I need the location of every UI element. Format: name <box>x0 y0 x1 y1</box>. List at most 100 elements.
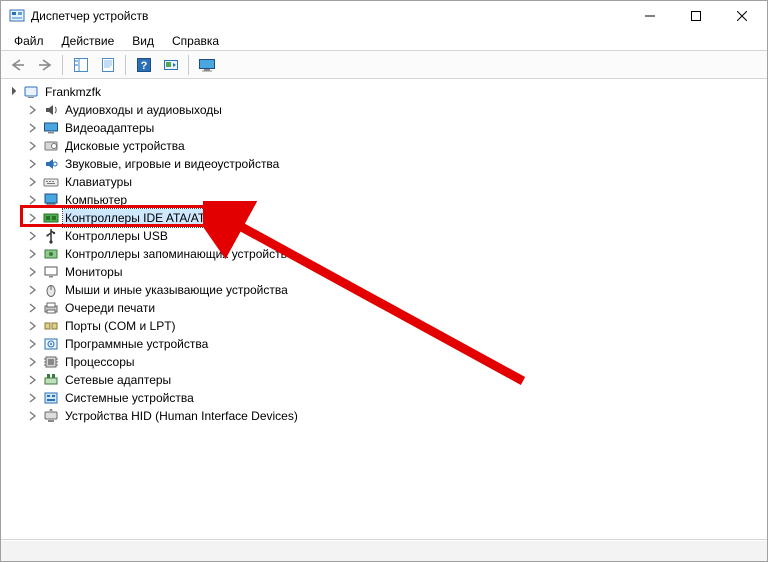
tree-item-label: Аудиовходы и аудиовыходы <box>63 101 224 119</box>
device-manager-window: Диспетчер устройств Файл Действие Вид Сп… <box>0 0 768 562</box>
tree-item-label: Видеоадаптеры <box>63 119 156 137</box>
window-title: Диспетчер устройств <box>31 9 627 23</box>
device-tree-panel[interactable]: Frankmzfk Аудиовходы и аудиовыходы Видео… <box>1 79 767 539</box>
toolbar-back-button[interactable] <box>6 53 29 76</box>
tree-item-label: Дисковые устройства <box>63 137 187 155</box>
mouse-icon <box>43 282 59 298</box>
expander-icon[interactable] <box>26 283 40 297</box>
maximize-button[interactable] <box>673 2 719 30</box>
svg-text:?: ? <box>140 60 147 72</box>
ide-icon <box>43 210 59 226</box>
expander-icon[interactable] <box>6 85 20 99</box>
expander-icon[interactable] <box>26 175 40 189</box>
window-controls <box>627 2 765 30</box>
toolbar-separator <box>188 55 189 75</box>
toolbar-monitor-button[interactable] <box>195 53 218 76</box>
expander-icon[interactable] <box>26 229 40 243</box>
tree-item[interactable]: Порты (COM и LPT) <box>4 317 767 335</box>
system-icon <box>43 390 59 406</box>
toolbar: ? <box>1 51 767 79</box>
tree-item[interactable]: Мониторы <box>4 263 767 281</box>
storage-icon <box>43 246 59 262</box>
monitor-icon <box>43 264 59 280</box>
tree-item[interactable]: Видеоадаптеры <box>4 119 767 137</box>
tree-item[interactable]: Очереди печати <box>4 299 767 317</box>
expander-icon[interactable] <box>26 247 40 261</box>
tree-item[interactable]: Контроллеры IDE ATA/ATAPI <box>4 209 767 227</box>
printer-icon <box>43 300 59 316</box>
close-button[interactable] <box>719 2 765 30</box>
expander-icon[interactable] <box>26 193 40 207</box>
hid-icon <box>43 408 59 424</box>
computer-root-icon <box>23 84 39 100</box>
display-icon <box>43 120 59 136</box>
menubar: Файл Действие Вид Справка <box>1 31 767 51</box>
tree-item[interactable]: Программные устройства <box>4 335 767 353</box>
toolbar-scan-hardware-button[interactable] <box>159 53 182 76</box>
tree-item[interactable]: Аудиовходы и аудиовыходы <box>4 101 767 119</box>
tree-item-label: Клавиатуры <box>63 173 134 191</box>
expander-icon[interactable] <box>26 337 40 351</box>
tree-item-label: Системные устройства <box>63 389 196 407</box>
tree-item[interactable]: Сетевые адаптеры <box>4 371 767 389</box>
toolbar-properties-button[interactable] <box>96 53 119 76</box>
statusbar <box>1 539 767 561</box>
expander-icon[interactable] <box>26 409 40 423</box>
expander-icon[interactable] <box>26 301 40 315</box>
tree-item-label: Звуковые, игровые и видеоустройства <box>63 155 281 173</box>
tree-item[interactable]: Дисковые устройства <box>4 137 767 155</box>
menu-action[interactable]: Действие <box>53 32 124 50</box>
tree-item[interactable]: Клавиатуры <box>4 173 767 191</box>
expander-icon[interactable] <box>26 121 40 135</box>
expander-icon[interactable] <box>26 157 40 171</box>
tree-item-label: Контроллеры запоминающих устройств <box>63 245 289 263</box>
tree-item-label: Процессоры <box>63 353 137 371</box>
minimize-button[interactable] <box>627 2 673 30</box>
computer-icon <box>43 192 59 208</box>
tree-item[interactable]: Системные устройства <box>4 389 767 407</box>
tree-item[interactable]: Контроллеры USB <box>4 227 767 245</box>
tree-item[interactable]: Процессоры <box>4 353 767 371</box>
tree-item-label: Компьютер <box>63 191 129 209</box>
menu-help[interactable]: Справка <box>163 32 228 50</box>
audio-icon <box>43 102 59 118</box>
tree-item[interactable]: Звуковые, игровые и видеоустройства <box>4 155 767 173</box>
tree-item[interactable]: Компьютер <box>4 191 767 209</box>
expander-icon[interactable] <box>26 391 40 405</box>
menu-view[interactable]: Вид <box>123 32 163 50</box>
tree-item[interactable]: Контроллеры запоминающих устройств <box>4 245 767 263</box>
tree-item-label: Контроллеры USB <box>63 227 170 245</box>
titlebar: Диспетчер устройств <box>1 1 767 31</box>
expander-icon[interactable] <box>26 211 40 225</box>
ports-icon <box>43 318 59 334</box>
expander-icon[interactable] <box>26 265 40 279</box>
expander-icon[interactable] <box>26 319 40 333</box>
menu-file[interactable]: Файл <box>5 32 53 50</box>
usb-icon <box>43 228 59 244</box>
toolbar-separator <box>125 55 126 75</box>
tree-item-label: Программные устройства <box>63 335 210 353</box>
network-icon <box>43 372 59 388</box>
disk-icon <box>43 138 59 154</box>
toolbar-help-button[interactable]: ? <box>132 53 155 76</box>
toolbar-separator <box>62 55 63 75</box>
app-icon <box>9 8 25 24</box>
software-icon <box>43 336 59 352</box>
tree-item-label: Мониторы <box>63 263 124 281</box>
expander-icon[interactable] <box>26 103 40 117</box>
tree-item[interactable]: Устройства HID (Human Interface Devices) <box>4 407 767 425</box>
tree-item-label: Контроллеры IDE ATA/ATAPI <box>63 209 226 227</box>
expander-icon[interactable] <box>26 373 40 387</box>
cpu-icon <box>43 354 59 370</box>
toolbar-show-hide-tree-button[interactable] <box>69 53 92 76</box>
tree-item-label: Сетевые адаптеры <box>63 371 173 389</box>
tree-item-label: Устройства HID (Human Interface Devices) <box>63 407 300 425</box>
tree-item-label: Мыши и иные указывающие устройства <box>63 281 290 299</box>
tree-root[interactable]: Frankmzfk <box>4 83 767 101</box>
keyboard-icon <box>43 174 59 190</box>
expander-icon[interactable] <box>26 139 40 153</box>
tree-item-label: Порты (COM и LPT) <box>63 317 178 335</box>
toolbar-forward-button[interactable] <box>33 53 56 76</box>
expander-icon[interactable] <box>26 355 40 369</box>
tree-item[interactable]: Мыши и иные указывающие устройства <box>4 281 767 299</box>
